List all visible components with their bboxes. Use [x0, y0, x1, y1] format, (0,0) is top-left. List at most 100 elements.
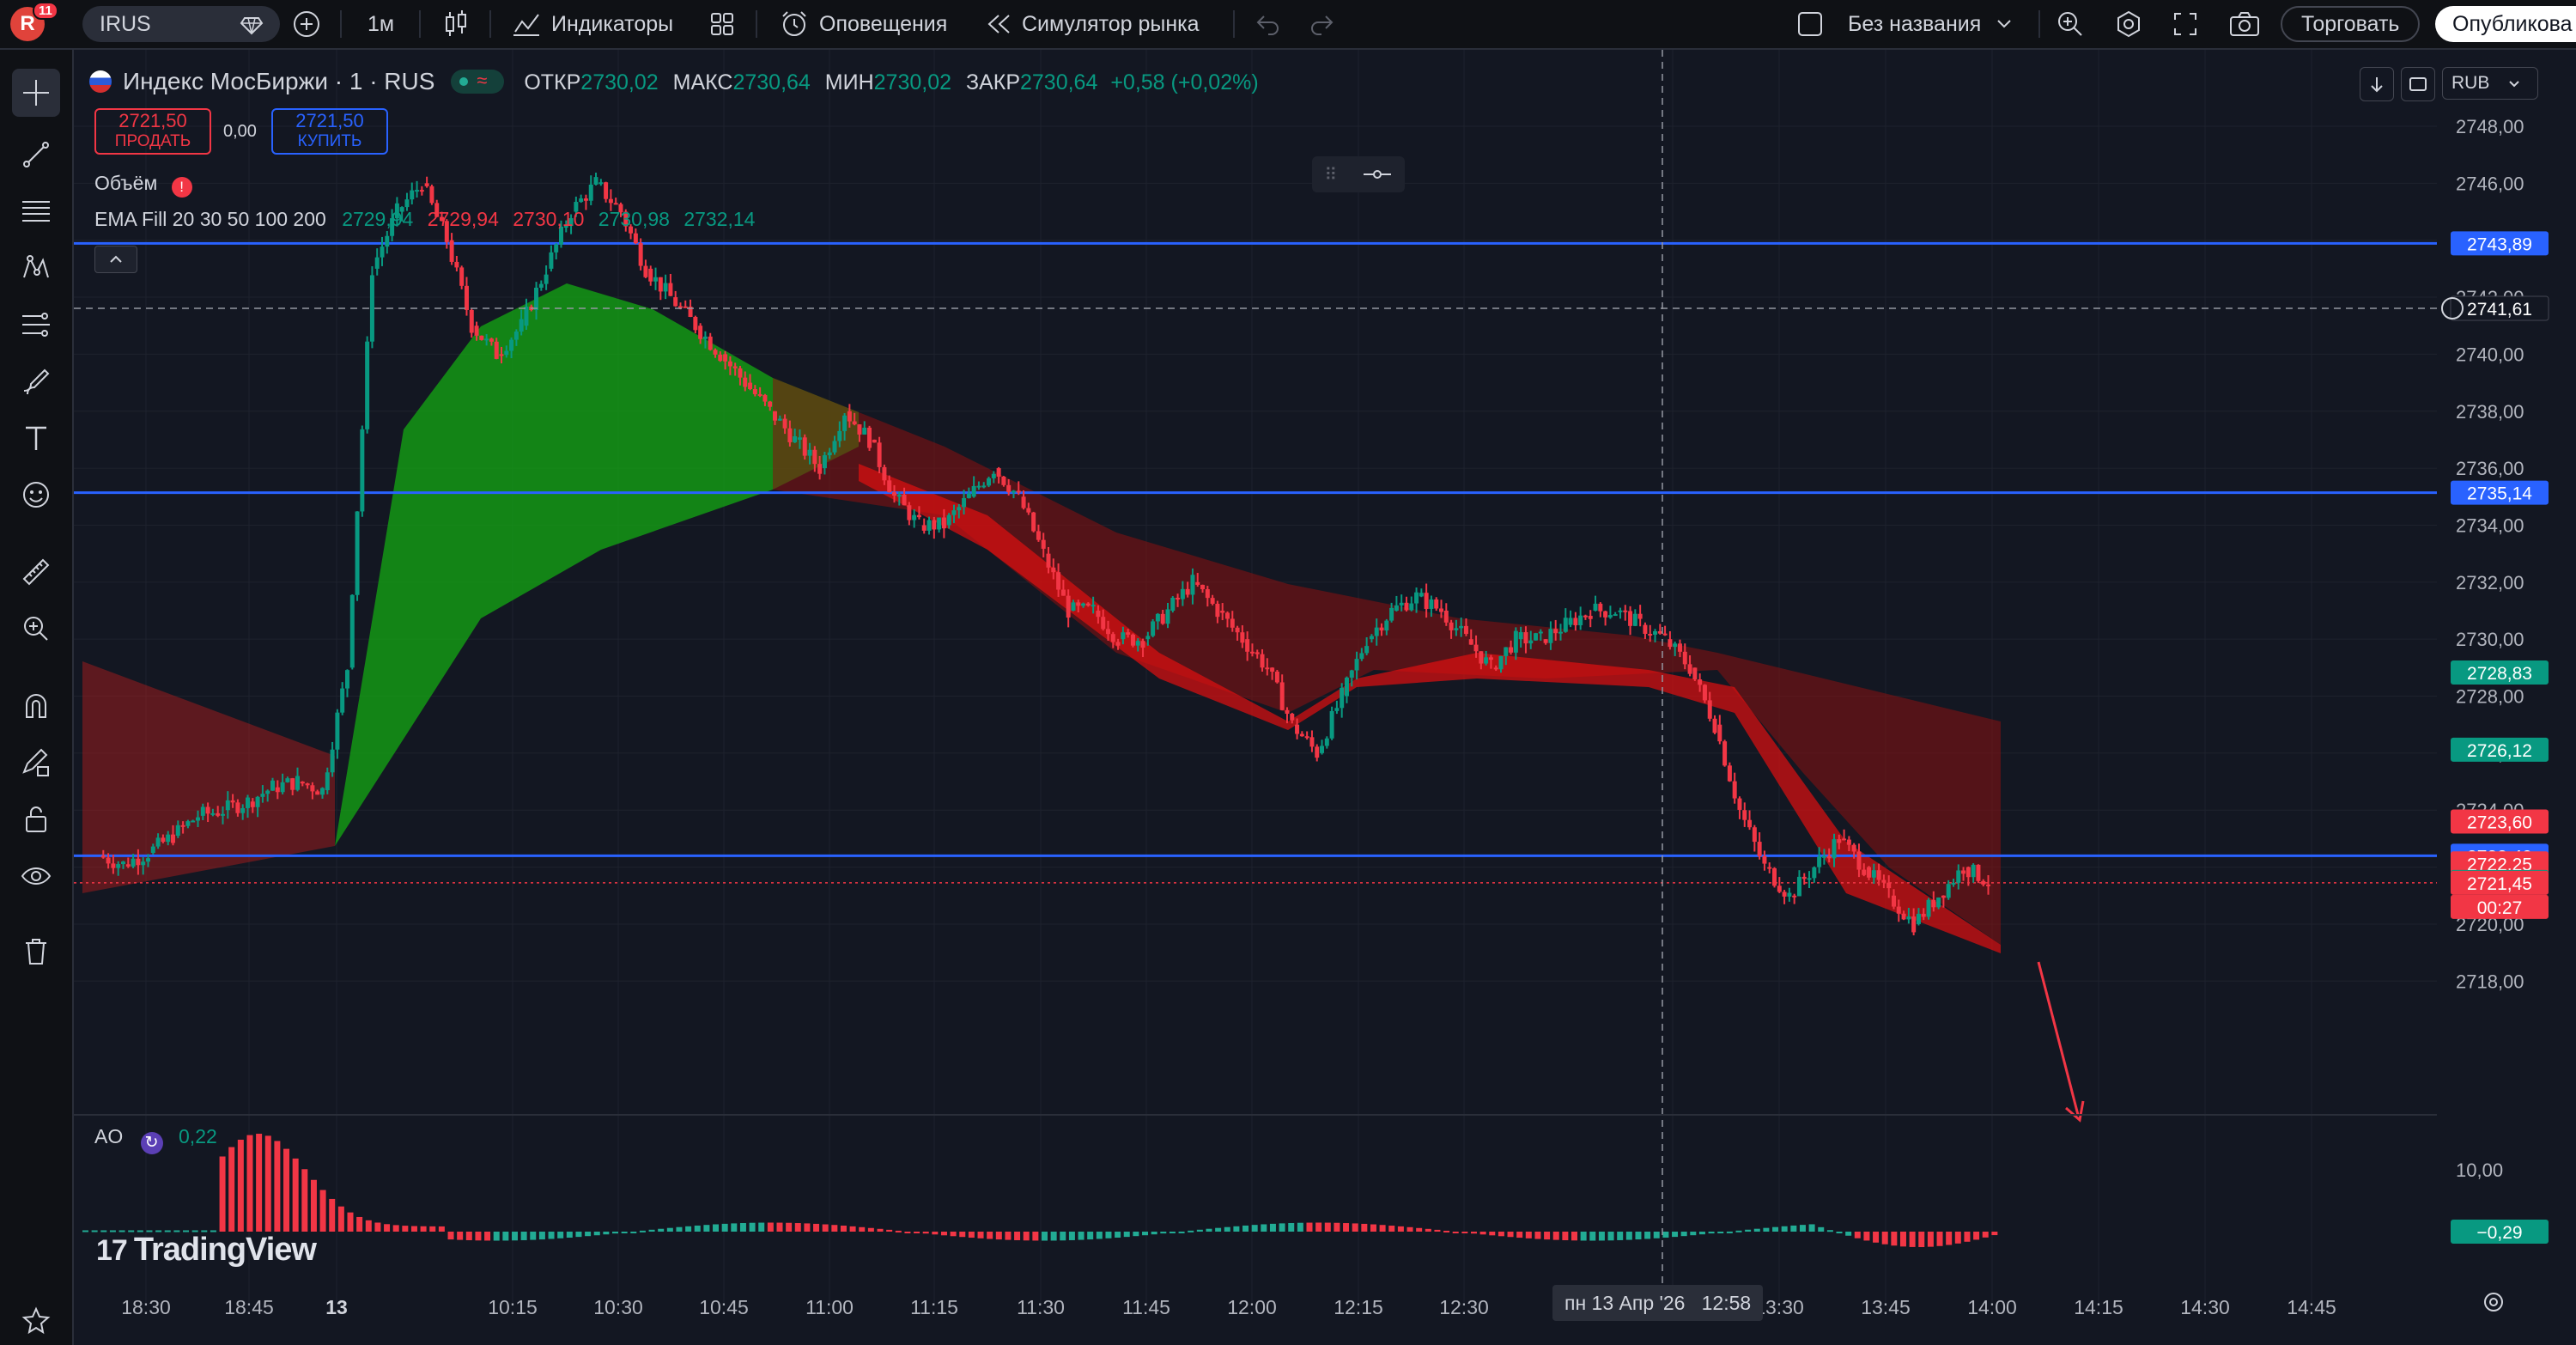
ao-bar	[1343, 1223, 1350, 1232]
ao-bar	[1425, 1228, 1431, 1232]
candle-body	[1548, 629, 1553, 643]
candle-body	[673, 297, 678, 307]
layout-selector[interactable]: Без названия	[1798, 0, 2012, 48]
lock-icon[interactable]	[12, 795, 60, 843]
replay-button[interactable]: Симулятор рынка	[986, 0, 1200, 48]
candle-body	[1200, 584, 1206, 590]
ema-value-50: 2730,10	[513, 208, 585, 230]
ao-bar	[274, 1141, 281, 1232]
candle-body	[1618, 610, 1623, 612]
ao-bar	[1854, 1232, 1861, 1238]
candle-body	[1185, 588, 1190, 595]
templates-icon[interactable]	[709, 0, 735, 48]
ao-bar	[1672, 1232, 1679, 1238]
candle-body	[862, 427, 867, 435]
candle-body	[1717, 724, 1722, 742]
candle-body	[1648, 634, 1653, 636]
redo-icon[interactable]	[1309, 0, 1334, 48]
quick-search-icon[interactable]	[2056, 0, 2085, 48]
camera-icon[interactable]	[2229, 0, 2260, 48]
sell-button[interactable]: 2721,50 ПРОДАТЬ	[94, 108, 211, 155]
ema-value-200: 2732,14	[683, 208, 756, 230]
interval-button[interactable]: 1м	[368, 0, 394, 48]
maximize-pane-button[interactable]	[2401, 67, 2435, 101]
indicators-button[interactable]: Индикаторы	[512, 0, 673, 48]
pattern-tool-icon[interactable]	[12, 244, 60, 292]
candle-body	[1135, 641, 1140, 646]
avatar[interactable]: R 11	[10, 0, 58, 48]
candle-body	[295, 776, 300, 790]
divider	[756, 10, 757, 38]
drag-handle-icon[interactable]: ⠿	[1324, 164, 1337, 186]
text-tool-icon[interactable]	[12, 414, 60, 462]
volume-legend[interactable]: Объём !	[94, 172, 192, 198]
candle-body	[1324, 738, 1329, 746]
trash-icon[interactable]	[12, 928, 60, 976]
candle-body	[1493, 667, 1498, 670]
emoji-tool-icon[interactable]	[12, 471, 60, 519]
candle-body	[768, 401, 773, 407]
close-value: 2730,64	[1020, 70, 1098, 94]
candle-body	[1349, 670, 1354, 678]
time-axis-settings-gear-icon[interactable]	[2482, 1290, 2506, 1318]
fib-tool-icon[interactable]	[12, 187, 60, 235]
crosshair-tool-icon[interactable]	[12, 69, 60, 117]
collapse-legend-button[interactable]	[94, 246, 137, 273]
alerts-button[interactable]: Оповещения	[780, 0, 947, 48]
candle-body	[907, 505, 912, 520]
ao-bar	[1224, 1226, 1230, 1232]
ao-bar	[767, 1222, 774, 1232]
zoom-in-icon[interactable]	[12, 605, 60, 653]
candle-body	[588, 184, 593, 201]
scroll-to-latest-button[interactable]	[2360, 67, 2394, 101]
eye-icon[interactable]	[12, 852, 60, 900]
ao-legend[interactable]: AO ↻ 0,22	[94, 1125, 217, 1154]
candle-body	[773, 411, 778, 421]
candle-body	[1498, 655, 1504, 670]
ema-legend[interactable]: EMA Fill 20 30 50 100 200 2729,94 2729,9…	[94, 208, 755, 231]
ao-bar	[566, 1232, 573, 1238]
ruler-tool-icon[interactable]	[12, 548, 60, 596]
star-watchlist-icon[interactable]	[12, 1297, 60, 1345]
candle-body	[663, 283, 668, 292]
time-tick-label: 18:45	[224, 1296, 274, 1318]
brush-tool-icon[interactable]	[12, 357, 60, 405]
ao-bar	[977, 1232, 984, 1238]
ao-bar	[319, 1190, 326, 1232]
candle-body	[1190, 575, 1195, 595]
trend-line-tool-icon[interactable]	[12, 131, 60, 179]
candles-icon[interactable]	[443, 0, 469, 48]
time-tick-label: 12:15	[1334, 1296, 1383, 1318]
diamond-icon[interactable]	[239, 0, 264, 48]
price-chart[interactable]: 2748,002746,002744,002742,002740,002738,…	[74, 50, 2576, 1345]
candle	[479, 335, 484, 341]
candle-body	[1867, 867, 1872, 878]
fullscreen-icon[interactable]	[2172, 0, 2198, 48]
currency-selector[interactable]: RUB	[2442, 67, 2538, 100]
ao-bar	[1251, 1225, 1258, 1232]
ema-value-20: 2729,94	[342, 208, 414, 230]
indicators-label: Индикаторы	[551, 11, 674, 36]
ao-bar	[246, 1135, 253, 1232]
lock-drawings-pencil-icon[interactable]	[12, 739, 60, 787]
candle-body	[762, 394, 768, 402]
horizontal-line-icon[interactable]	[1362, 167, 1393, 181]
candle-body	[946, 514, 951, 526]
publish-button[interactable]: Опубликова	[2435, 0, 2576, 48]
close-label: ЗАКР	[965, 70, 1020, 94]
candle-body	[479, 335, 484, 340]
magnet-icon[interactable]	[12, 682, 60, 730]
drawing-floating-toolbar[interactable]: ⠿	[1312, 156, 1405, 192]
candle-body	[1130, 634, 1135, 646]
settings-gear-icon[interactable]	[2114, 0, 2143, 48]
trade-button[interactable]: Торговать	[2281, 0, 2421, 48]
forecasting-tool-icon[interactable]	[12, 301, 60, 349]
candle-body	[349, 594, 355, 668]
buy-button[interactable]: 2721,50 КУПИТЬ	[271, 108, 388, 155]
ao-bar	[1790, 1225, 1797, 1232]
add-symbol-icon[interactable]	[292, 0, 321, 48]
candle-body	[1752, 827, 1757, 843]
undo-icon[interactable]	[1255, 0, 1281, 48]
ao-bar	[648, 1229, 655, 1232]
candle-body	[812, 449, 817, 465]
